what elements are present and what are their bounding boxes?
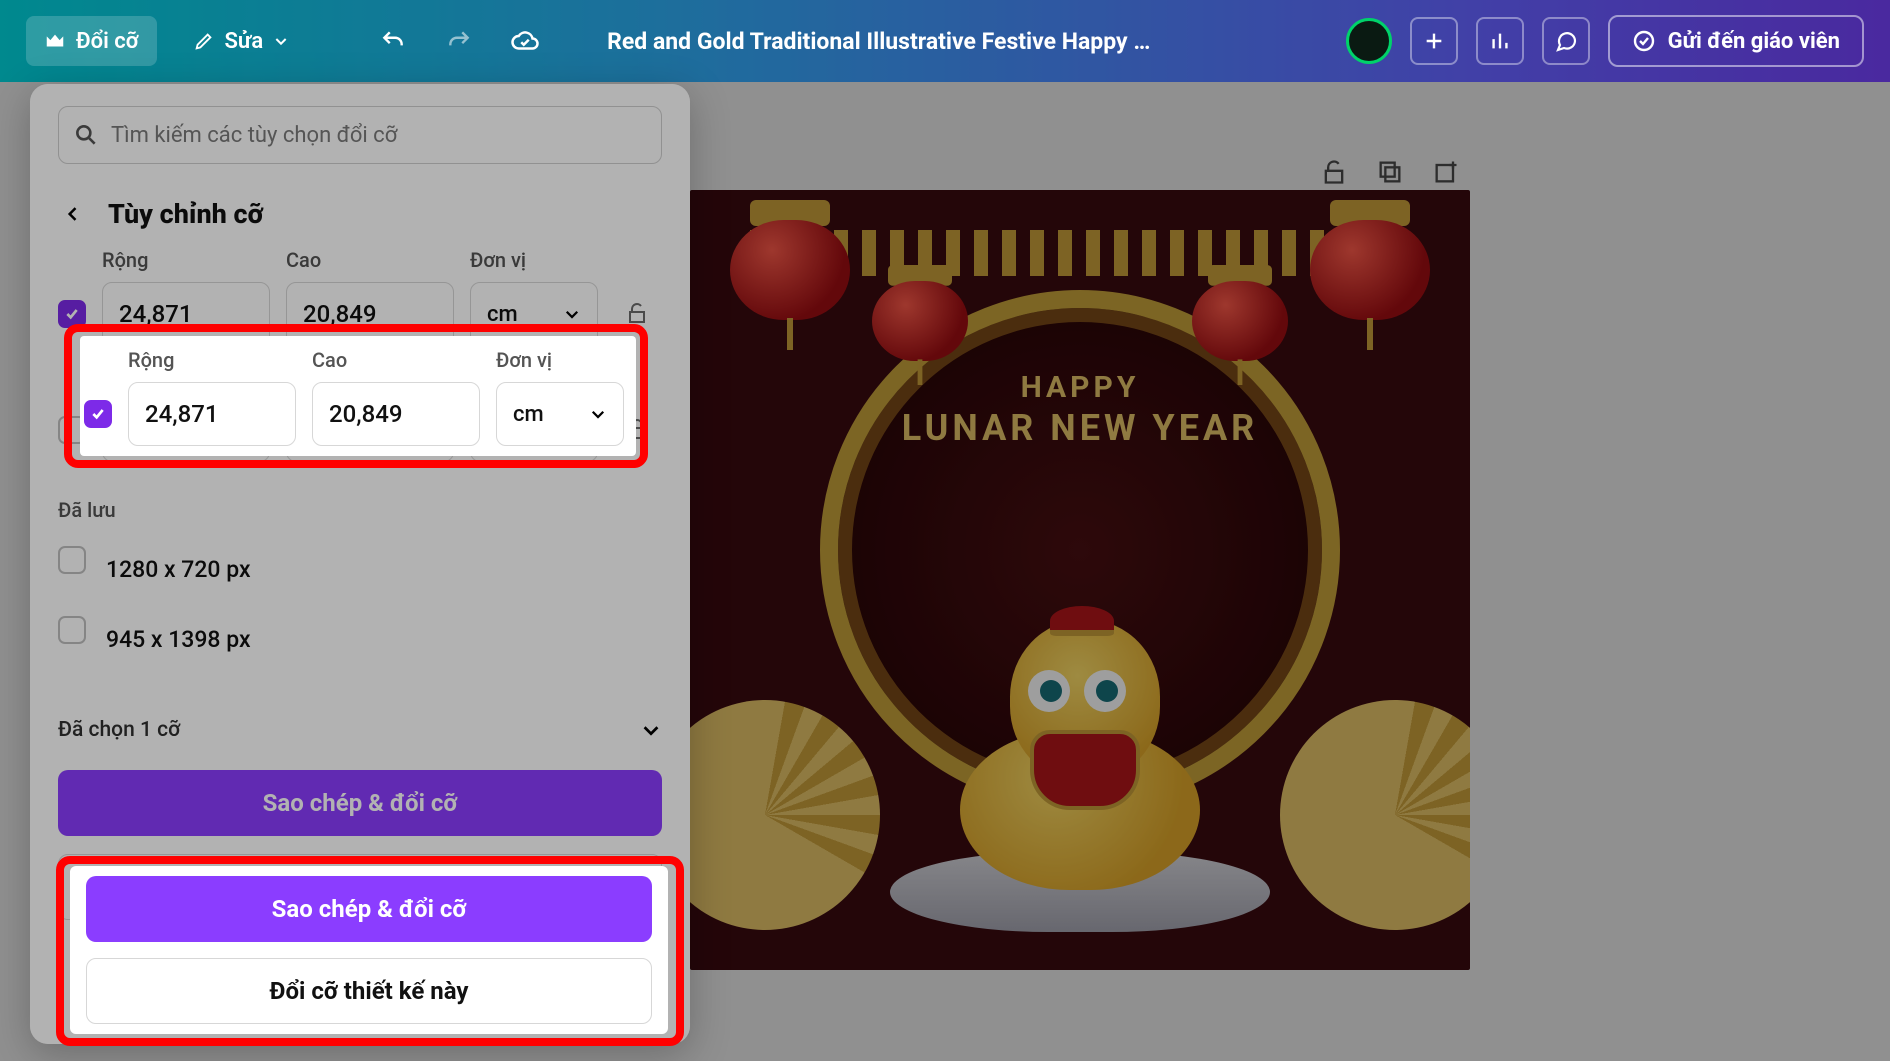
saved-checkbox[interactable] [58, 546, 86, 574]
design-canvas[interactable]: HAPPY LUNAR NEW YEAR [690, 190, 1470, 970]
snake-character [950, 590, 1210, 890]
resize-button[interactable]: Đổi cỡ [26, 16, 157, 66]
saved-checkbox[interactable] [58, 616, 86, 644]
lantern [1184, 265, 1296, 385]
resize-label: Đổi cỡ [76, 29, 139, 54]
send-label: Gửi đến giáo viên [1668, 29, 1840, 54]
chevron-down-icon [273, 33, 289, 49]
edit-button[interactable]: Sửa [175, 16, 308, 66]
avatar[interactable] [1346, 18, 1392, 64]
plus-icon [1423, 30, 1445, 52]
width-label: Rộng [102, 248, 270, 272]
selected-summary: Đã chọn 1 cỡ [58, 718, 180, 742]
selected-summary-row[interactable]: Đã chọn 1 cỡ [58, 718, 662, 742]
saved-label: Đã lưu [58, 498, 662, 522]
size-row-1: Rộng 24,871 Cao 20,849 Đơn vị cm [58, 248, 662, 346]
duplicate-icon[interactable] [1376, 158, 1404, 186]
height-label: Cao [286, 248, 454, 272]
fan-left [690, 700, 880, 930]
bar-chart-icon [1489, 30, 1511, 52]
check-icon [90, 406, 106, 422]
check-circle-icon [1632, 29, 1656, 53]
saved-size-item[interactable]: 945 x 1398 px [58, 616, 662, 662]
lock-aspect-1[interactable] [620, 296, 654, 330]
size-checkbox-1-hl[interactable] [84, 400, 112, 428]
copy-and-resize-button[interactable]: Sao chép & đổi cỡ [58, 770, 662, 836]
fan-right [1280, 700, 1470, 930]
chevron-left-icon [63, 204, 83, 224]
undo-icon [380, 28, 406, 54]
greeting-line2: LUNAR NEW YEAR [690, 407, 1470, 449]
panel-heading: Tùy chỉnh cỡ [108, 198, 263, 230]
cloud-sync-button[interactable] [501, 17, 549, 65]
add-button[interactable] [1410, 17, 1458, 65]
podium [890, 852, 1270, 932]
unit-label: Đơn vị [470, 248, 598, 272]
insights-button[interactable] [1476, 17, 1524, 65]
saved-size-text: 1280 x 720 px [106, 556, 251, 583]
back-button[interactable] [58, 199, 88, 229]
search-input[interactable]: Tìm kiếm các tùy chọn đổi cỡ [58, 106, 662, 164]
medallion [820, 290, 1340, 810]
check-icon [64, 306, 80, 322]
lantern [864, 265, 976, 385]
redo-button[interactable] [435, 17, 483, 65]
pencil-icon [193, 30, 215, 52]
comment-button[interactable] [1542, 17, 1590, 65]
comment-icon [1554, 29, 1578, 53]
search-icon [73, 122, 99, 148]
size-checkbox-1[interactable] [58, 300, 86, 328]
chevron-down-icon [640, 719, 662, 741]
greeting-text: HAPPY LUNAR NEW YEAR [690, 370, 1470, 449]
resize-this-design-button-hl[interactable]: Đổi cỡ thiết kế này [86, 958, 652, 1024]
lantern [1300, 200, 1440, 350]
greeting-line1: HAPPY [690, 370, 1470, 405]
cloud-check-icon [510, 26, 540, 56]
lantern [720, 200, 860, 350]
chevron-down-icon [563, 305, 581, 323]
copy-and-resize-button-hl[interactable]: Sao chép & đổi cỡ [86, 876, 652, 942]
top-bar: Đổi cỡ Sửa Red and Gold Traditional Illu… [0, 0, 1890, 82]
undo-button[interactable] [369, 17, 417, 65]
add-page-icon[interactable] [1432, 158, 1460, 186]
send-to-teacher-button[interactable]: Gửi đến giáo viên [1608, 15, 1864, 67]
lock-open-icon [625, 301, 649, 325]
search-placeholder: Tìm kiếm các tùy chọn đổi cỡ [111, 123, 397, 148]
crown-icon [44, 30, 66, 52]
lock-open-icon[interactable] [1320, 158, 1348, 186]
canvas-mini-toolbar [1320, 158, 1460, 186]
redo-icon [446, 28, 472, 54]
document-title[interactable]: Red and Gold Traditional Illustrative Fe… [607, 28, 1150, 55]
highlight-surface-2: Sao chép & đổi cỡ Đổi cỡ thiết kế này [70, 866, 668, 1034]
saved-size-item[interactable]: 1280 x 720 px [58, 546, 662, 592]
saved-size-text: 945 x 1398 px [106, 626, 251, 653]
border-pattern [750, 230, 1410, 276]
edit-label: Sửa [225, 29, 264, 54]
highlight-surface-1: Rộng24,871 Cao20,849 Đơn vịcm [80, 336, 636, 456]
chevron-down-icon [589, 405, 607, 423]
